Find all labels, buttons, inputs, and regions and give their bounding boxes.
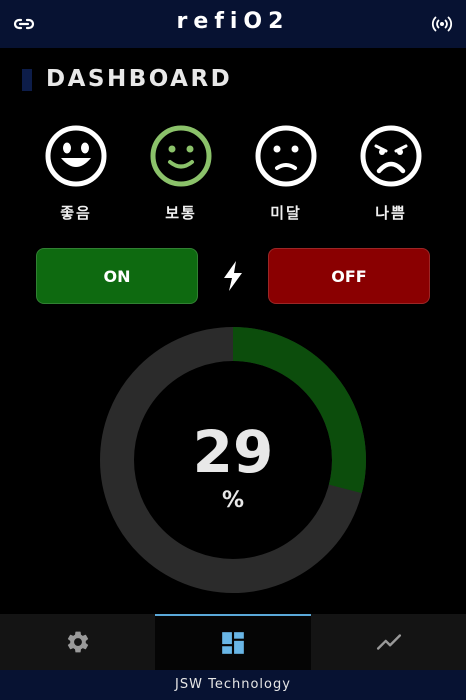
dashboard-grid-icon (222, 632, 244, 654)
sad-face-icon[interactable] (254, 124, 318, 188)
lightning-bolt-icon (224, 261, 242, 291)
smile-face-icon[interactable] (149, 124, 213, 188)
section-title-accent-bar (22, 69, 32, 91)
nav-settings[interactable] (0, 614, 155, 670)
settings-gear-icon (67, 631, 88, 653)
wireless-antenna-icon[interactable] (430, 12, 454, 36)
very-sad-face-icon[interactable] (359, 124, 423, 188)
dashboard-title: DASHBOARD (46, 66, 233, 92)
gauge-unit: % (221, 488, 245, 513)
off-button[interactable]: OFF (268, 248, 430, 304)
face-label-bad: 나쁨 (375, 204, 407, 222)
app-header: refiO2 (0, 0, 466, 48)
nav-dashboard[interactable] (155, 614, 311, 670)
app-title: refiO2 (176, 9, 290, 34)
on-button[interactable]: ON (36, 248, 198, 304)
face-label-normal: 보통 (165, 204, 197, 222)
face-label-good: 좋음 (60, 204, 92, 222)
nav-trend[interactable] (311, 614, 466, 670)
gauge-value: 29 (192, 418, 274, 486)
bottom-navigation (0, 614, 466, 670)
very-happy-face-icon[interactable] (44, 124, 108, 188)
trend-chart-icon (376, 634, 401, 650)
face-label-below: 미달 (270, 204, 302, 222)
footer: JSW Technology (0, 670, 466, 700)
